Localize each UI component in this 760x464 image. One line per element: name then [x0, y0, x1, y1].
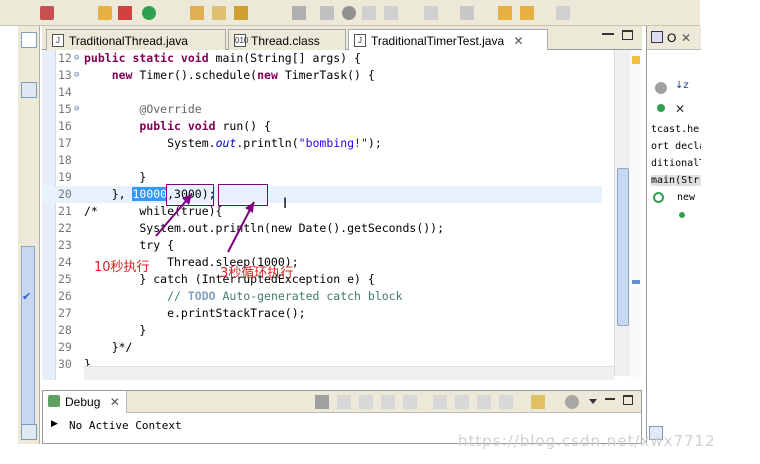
- maximize-debug-icon[interactable]: [623, 395, 633, 405]
- drop-to-frame-icon[interactable]: [499, 395, 513, 409]
- new-icon[interactable]: [40, 6, 54, 20]
- outline-icon: [651, 31, 663, 43]
- remove-launch-icon[interactable]: [315, 395, 329, 409]
- outline-tab-label[interactable]: O: [667, 31, 676, 45]
- scroll-up-icon[interactable]: [21, 82, 37, 98]
- close-tab-icon[interactable]: ✕: [514, 34, 524, 48]
- task-check-icon: ✔: [22, 290, 32, 303]
- note-10s: 10秒执行: [94, 260, 150, 275]
- edit-icon[interactable]: [320, 6, 334, 20]
- restore-icon[interactable]: [21, 32, 37, 48]
- maximize-icon[interactable]: [622, 30, 633, 40]
- tab-traditional-thread[interactable]: J TraditionalThread.java: [46, 29, 226, 50]
- mark-icon[interactable]: [424, 6, 438, 20]
- debug-status[interactable]: No Active Context: [69, 419, 182, 432]
- tab-traditional-timer-test[interactable]: J TraditionalTimerTest.java ✕: [348, 29, 548, 51]
- search-icon[interactable]: [234, 6, 248, 20]
- debug-tab-label: Debug: [65, 395, 101, 409]
- disconnect-icon[interactable]: [403, 395, 417, 409]
- expand-icon[interactable]: ▶: [51, 419, 58, 429]
- watermark: https://blog.csdn.net/xwx7712: [458, 432, 716, 450]
- step-over-icon[interactable]: [455, 395, 469, 409]
- run-icon[interactable]: [142, 6, 156, 20]
- method-icon: [679, 212, 685, 218]
- breakpoint-icon[interactable]: [342, 6, 356, 20]
- tab-label: TraditionalTimerTest.java: [371, 34, 505, 48]
- chevron-down-icon[interactable]: [589, 399, 597, 404]
- debug-icon: [48, 395, 60, 407]
- hide-static-icon[interactable]: [657, 104, 665, 112]
- hide-fields-icon[interactable]: [655, 82, 667, 94]
- class-file-icon: 010: [234, 34, 249, 47]
- sort-icon[interactable]: ↓z: [675, 80, 689, 94]
- suspend-icon[interactable]: [359, 395, 373, 409]
- type-icon[interactable]: [118, 6, 132, 20]
- highlight-box-period: [218, 184, 268, 206]
- outline-item-class[interactable]: ditionalT: [651, 158, 701, 169]
- outline-item-package[interactable]: tcast.he: [651, 124, 701, 135]
- minimize-icon[interactable]: [602, 32, 614, 35]
- debug-step-icon[interactable]: [292, 6, 306, 20]
- close-outline-icon[interactable]: ✕: [681, 31, 691, 45]
- toggle-icon[interactable]: [384, 6, 398, 20]
- back-icon[interactable]: [498, 6, 512, 20]
- note-3s: 3秒循环执行: [220, 266, 294, 281]
- package-icon[interactable]: [98, 6, 112, 20]
- anonymous-class-icon: [653, 192, 664, 203]
- tab-thread-class[interactable]: 010 Thread.class: [228, 29, 346, 50]
- view-menu-icon[interactable]: [565, 395, 579, 409]
- highlight-box-delay: [166, 184, 214, 206]
- annotation-overlay: [155, 193, 255, 253]
- left-scrollbar-thumb[interactable]: [21, 246, 35, 436]
- text-cursor-icon: I: [283, 196, 288, 212]
- open-folder-icon[interactable]: [190, 6, 204, 20]
- main-toolbar: [0, 0, 700, 26]
- close-debug-icon[interactable]: ✕: [110, 395, 120, 409]
- pin-icon[interactable]: [556, 6, 570, 20]
- tab-label: Thread.class: [251, 34, 320, 48]
- forward-icon[interactable]: [520, 6, 534, 20]
- annotation-icon[interactable]: [362, 6, 376, 20]
- outline-item-imports[interactable]: ort decla: [651, 141, 701, 152]
- scroll-down-icon[interactable]: [21, 424, 37, 440]
- tab-debug[interactable]: Debug ✕: [43, 391, 127, 413]
- debug-view-header: Debug ✕: [43, 391, 641, 413]
- minimized-view-bar: ✔: [18, 26, 40, 444]
- step-filters-icon[interactable]: [531, 395, 545, 409]
- java-file-icon: J: [52, 34, 64, 47]
- open-type-icon[interactable]: [212, 6, 226, 20]
- hide-nonpublic-icon[interactable]: ✕: [675, 102, 689, 116]
- last-edit-icon[interactable]: [460, 6, 474, 20]
- java-file-icon: J: [354, 34, 366, 47]
- editor-tab-bar: J TraditionalThread.java 010 Thread.clas…: [42, 26, 642, 51]
- outline-view: O ✕ ↓z ✕ tcast.he ort decla ditionalT ma…: [646, 26, 701, 444]
- code-editor[interactable]: 12 ⊖ public static void main(String[] args…: [42, 50, 642, 380]
- resume-icon[interactable]: [337, 395, 351, 409]
- step-into-icon[interactable]: [433, 395, 447, 409]
- step-return-icon[interactable]: [477, 395, 491, 409]
- terminate-icon[interactable]: [381, 395, 395, 409]
- tab-label: TraditionalThread.java: [69, 34, 188, 48]
- outline-item-main[interactable]: main(Str: [651, 175, 701, 186]
- outline-item-new[interactable]: new: [677, 192, 699, 203]
- outline-view-header: O ✕: [647, 26, 701, 50]
- minimize-debug-icon[interactable]: [605, 397, 615, 400]
